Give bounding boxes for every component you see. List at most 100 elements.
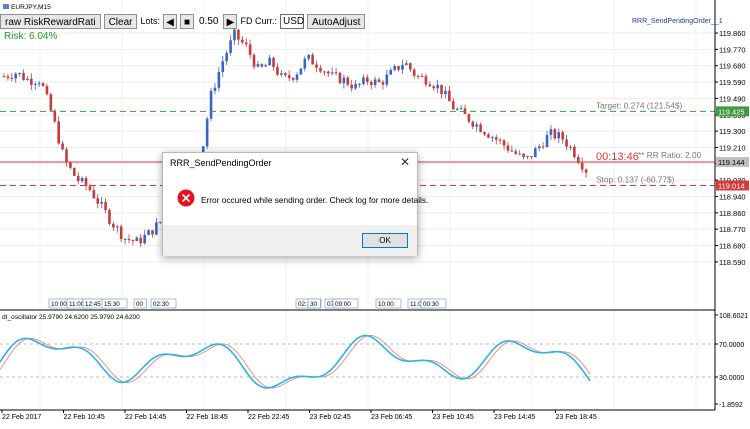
- session-tag: 12:45: [85, 301, 101, 308]
- candle-body: [237, 29, 240, 40]
- candle-body: [436, 84, 439, 89]
- autoadjust-button[interactable]: AutoAdjust: [306, 13, 366, 29]
- time-axis-label: 23 Feb 02:45: [310, 414, 351, 421]
- candle-body: [467, 114, 471, 122]
- price-axis-label: 118.770: [719, 225, 746, 234]
- lots-value: 0.50: [199, 15, 219, 27]
- candle-body: [225, 52, 228, 62]
- square-icon: ■: [183, 16, 191, 28]
- candle-body: [26, 78, 29, 80]
- error-dialog: RRR_SendPendingOrder ✕ Error occured whi…: [162, 152, 428, 256]
- oscillator-label: dt_oscillator 25.9790 24.6200 25.9790 24…: [2, 314, 140, 321]
- candle-body: [393, 66, 396, 70]
- candle-body: [475, 124, 479, 127]
- candle-body: [248, 44, 252, 55]
- candle-body: [307, 54, 311, 59]
- candle-body: [319, 67, 322, 72]
- candle-body: [37, 83, 41, 85]
- candle-body: [362, 77, 365, 84]
- candle-body: [385, 74, 389, 85]
- candle-body: [471, 121, 475, 127]
- candle-body: [217, 72, 221, 88]
- candle-body: [580, 162, 584, 170]
- session-tag: 10:00: [51, 301, 67, 308]
- candle-body: [33, 83, 37, 85]
- candle-body: [2, 76, 6, 78]
- candle-body: [22, 73, 25, 80]
- candle-body: [45, 85, 49, 95]
- candle-body: [213, 87, 217, 91]
- candle-body: [506, 145, 510, 151]
- candle-body: [510, 150, 514, 152]
- candle-body: [108, 210, 111, 224]
- time-axis-label: 22 Feb 18:45: [187, 414, 228, 421]
- currency-input[interactable]: USD: [279, 13, 304, 29]
- candle-body: [315, 64, 318, 68]
- candle-body: [487, 134, 490, 138]
- candle-body: [104, 201, 107, 211]
- price-axis-label: 119.680: [719, 62, 746, 71]
- lots-label: Lots:: [140, 16, 160, 26]
- price-axis-label: 119.210: [719, 143, 746, 152]
- candle-body: [229, 40, 232, 53]
- candle-body: [295, 74, 299, 80]
- close-icon[interactable]: ✕: [399, 155, 411, 169]
- lots-decrease-button[interactable]: ◀: [163, 13, 177, 29]
- time-axis-label: 23 Feb 06:45: [371, 414, 412, 421]
- symbol-label: EURJPY,M15: [11, 4, 51, 11]
- candle-body: [151, 230, 154, 235]
- price-axis-label: 119.490: [719, 94, 746, 103]
- candle-body: [303, 58, 307, 69]
- lots-square-button[interactable]: ■: [180, 13, 194, 29]
- ok-button[interactable]: OK: [362, 233, 408, 248]
- candle-body: [502, 140, 506, 146]
- draw-risk-reward-button[interactable]: raw RiskRewardRati: [0, 13, 101, 29]
- candle-body: [534, 148, 537, 158]
- target-text: Target: 0.274 (121.54$): [596, 100, 682, 110]
- candle-body: [514, 151, 518, 154]
- candle-body: [268, 57, 271, 66]
- candle-body: [432, 86, 436, 89]
- session-tag: 00:30: [423, 301, 439, 308]
- candle-body: [49, 94, 53, 111]
- candle-body: [280, 73, 283, 75]
- candle-body: [373, 79, 377, 85]
- candle-body: [260, 64, 264, 67]
- candle-body: [127, 238, 131, 241]
- candle-body: [342, 77, 346, 84]
- candle-body: [381, 82, 385, 85]
- candle-body: [330, 72, 334, 74]
- lots-increase-button[interactable]: ▶: [223, 13, 238, 29]
- candle-body: [573, 146, 576, 157]
- stop-price-marker: 119.014: [718, 181, 745, 190]
- candle-body: [135, 237, 139, 242]
- stop-text: Stop: 0.137 (-60.77$): [596, 174, 675, 184]
- candle-body: [73, 167, 76, 176]
- candle-body: [244, 42, 248, 45]
- candle-body: [483, 132, 486, 135]
- candle-body: [287, 75, 291, 78]
- session-tag: 15:30: [104, 301, 120, 308]
- candle-body: [448, 90, 451, 102]
- candle-body: [10, 77, 14, 79]
- clear-button[interactable]: Clear: [103, 13, 138, 29]
- candle-body: [272, 57, 275, 68]
- price-axis-label: 118.590: [719, 258, 746, 267]
- session-tag: 10:00: [378, 301, 394, 308]
- osc-axis-label: 30.0000: [719, 375, 744, 382]
- candle-body: [440, 84, 443, 94]
- candle-body: [416, 75, 420, 77]
- price-axis-label: 119.300: [719, 127, 746, 136]
- candle-body: [256, 64, 260, 67]
- candle-body: [455, 108, 459, 110]
- session-tag: 09:00: [335, 301, 351, 308]
- rr-ratio-text: ** RR Ratio: 2.00: [638, 150, 702, 160]
- candle-body: [494, 137, 498, 140]
- candle-body: [545, 134, 549, 147]
- candle-body: [209, 90, 213, 119]
- target-price-marker: 119.425: [718, 107, 745, 116]
- price-axis-label: 118.940: [719, 193, 746, 202]
- candle-body: [80, 178, 84, 182]
- candle-body: [412, 69, 416, 76]
- candle-body: [119, 226, 123, 239]
